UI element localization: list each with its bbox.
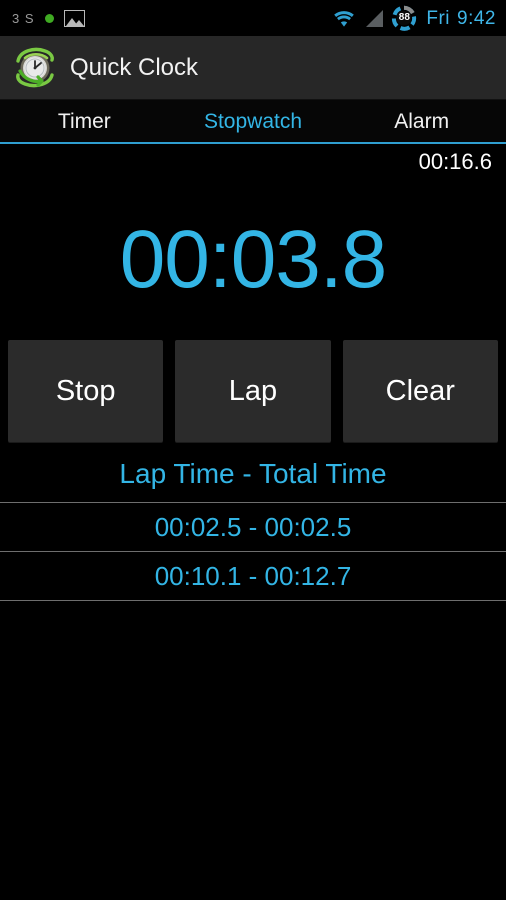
stopwatch-display-value: 00:03.8 <box>119 214 388 305</box>
action-bar: Quick Clock <box>0 36 506 100</box>
lap-button[interactable]: Lap <box>175 340 331 442</box>
status-bar: 3 S 88 Fri 9:42 <box>0 0 506 36</box>
alarm-clock-icon <box>12 45 58 91</box>
battery-level-text: 88 <box>398 12 410 23</box>
tab-alarm[interactable]: Alarm <box>337 111 506 132</box>
image-icon <box>63 9 85 27</box>
lap-list-header: Lap Time - Total Time <box>0 442 506 503</box>
lap-list[interactable]: 00:02.5 - 00:02.5 00:10.1 - 00:12.7 <box>0 503 506 601</box>
status-bar-left: 3 S <box>12 9 85 27</box>
clear-button[interactable]: Clear <box>342 340 498 442</box>
battery-circle-icon: 88 <box>391 5 417 31</box>
app-title: Quick Clock <box>70 53 199 81</box>
status-day-text: Fri <box>426 7 451 29</box>
lap-row[interactable]: 00:10.1 - 00:12.7 <box>0 552 506 601</box>
lap-row[interactable]: 00:02.5 - 00:02.5 <box>0 503 506 552</box>
status-bar-right: 88 Fri 9:42 <box>332 5 496 31</box>
tab-timer[interactable]: Timer <box>0 111 169 132</box>
tab-bar: Timer Stopwatch Alarm <box>0 100 506 144</box>
green-dot-icon <box>44 13 54 23</box>
wifi-icon <box>332 8 356 28</box>
empty-list-area <box>0 601 506 900</box>
cell-signal-icon <box>363 9 384 28</box>
tab-stopwatch[interactable]: Stopwatch <box>169 111 338 132</box>
total-time-value: 00:16.6 <box>418 149 492 174</box>
status-text-3s: 3 S <box>12 10 35 26</box>
stopwatch-controls: Stop Lap Clear <box>0 340 506 442</box>
total-time-row: 00:16.6 <box>0 144 506 180</box>
status-clock: Fri 9:42 <box>426 9 496 28</box>
phone-screen: 3 S 88 Fri 9:42 Quick Clock Timer Stopwa… <box>0 0 506 900</box>
stop-button[interactable]: Stop <box>8 340 164 442</box>
stopwatch-display-area: 00:03.8 <box>0 180 506 340</box>
status-time-text: 9:42 <box>457 7 496 29</box>
stopwatch-panel: 00:16.6 00:03.8 Stop Lap Clear Lap Time … <box>0 144 506 900</box>
